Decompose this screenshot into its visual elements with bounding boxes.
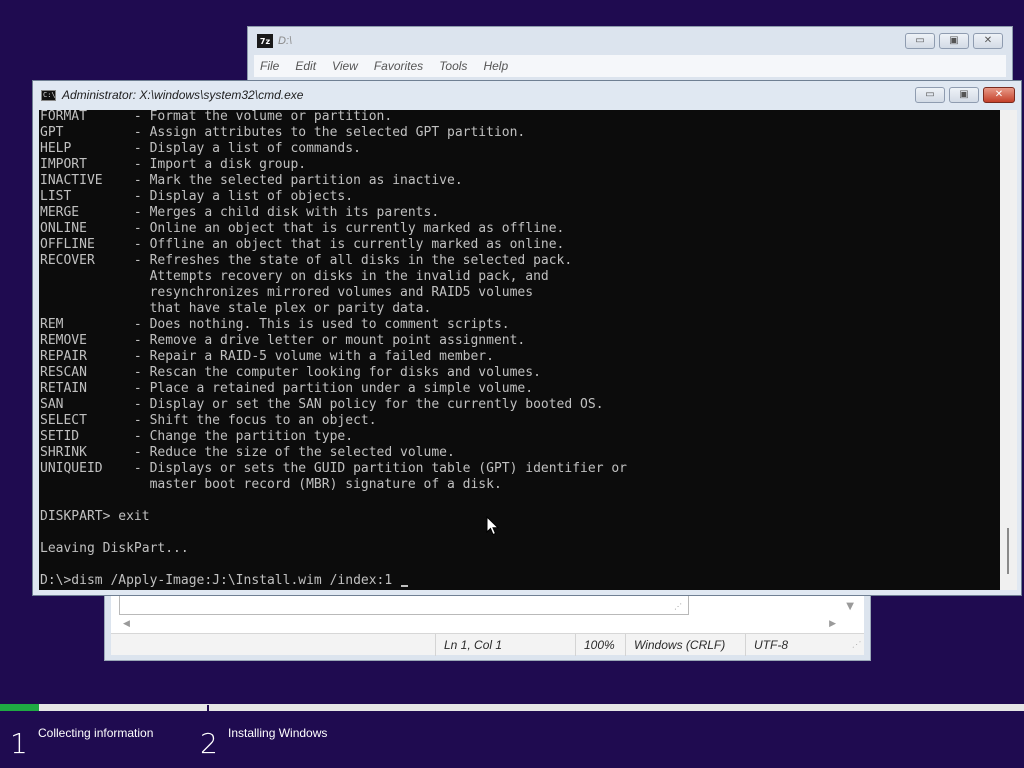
console-text: FORMAT - Format the volume or partition.… <box>40 110 627 589</box>
console-line: INACTIVE - Mark the selected partition a… <box>40 173 463 188</box>
status-position: Ln 1, Col 1 <box>435 634 575 656</box>
console-line: REM - Does nothing. This is used to comm… <box>40 317 510 332</box>
cmd-window: C:\ Administrator: X:\windows\system32\c… <box>32 80 1022 596</box>
console-line: UNIQUEID - Displays or sets the GUID par… <box>40 461 627 476</box>
horizontal-scrollbar[interactable]: ◀ ▶ <box>117 615 842 633</box>
console-line: MERGE - Merges a child disk with its par… <box>40 205 440 220</box>
command-prompt-line[interactable]: D:\>dism /Apply-Image:J:\Install.wim /in… <box>40 573 627 589</box>
console-line: SELECT - Shift the focus to an object. <box>40 413 377 428</box>
console-line: Leaving DiskPart... <box>40 541 189 556</box>
7zip-titlebar[interactable]: 7z D:\ ▭ ▣ ✕ <box>248 27 1012 55</box>
cmd-maximize-button[interactable]: ▣ <box>949 87 979 103</box>
console-line: SHRINK - Reduce the size of the selected… <box>40 445 455 460</box>
console-line: DISKPART> exit <box>40 509 150 524</box>
console-line: REPAIR - Repair a RAID-5 volume with a f… <box>40 349 494 364</box>
scroll-right-arrow-icon[interactable]: ▶ <box>829 619 836 629</box>
step-number: 2 <box>200 727 218 760</box>
mouse-pointer-icon <box>486 516 500 536</box>
console-line: RETAIN - Place a retained partition unde… <box>40 381 534 396</box>
console-line: resynchronizes mirrored volumes and RAID… <box>40 285 534 300</box>
console-line: IMPORT - Import a disk group. <box>40 157 307 172</box>
7zip-menubar: File Edit View Favorites Tools Help <box>254 55 1006 77</box>
cmd-close-button[interactable]: ✕ <box>983 87 1015 103</box>
step-label: Installing Windows <box>228 726 328 740</box>
7zip-caption-buttons: ▭ ▣ ✕ <box>905 33 1003 49</box>
cmd-app-icon: C:\ <box>41 89 56 101</box>
status-resize-grip-icon[interactable]: ⋰ <box>852 640 860 649</box>
text-cursor <box>401 585 409 587</box>
console-line: RECOVER - Refreshes the state of all dis… <box>40 253 573 268</box>
console-line: ONLINE - Online an object that is curren… <box>40 221 565 236</box>
console-output[interactable]: FORMAT - Format the volume or partition.… <box>39 110 1000 590</box>
cmd-titlebar[interactable]: C:\ Administrator: X:\windows\system32\c… <box>33 81 1021 109</box>
console-line: Attempts recovery on disks in the invali… <box>40 269 549 284</box>
console-line: GPT - Assign attributes to the selected … <box>40 125 526 140</box>
setup-progress-fill <box>0 704 39 711</box>
setup-progress-area: 1 Collecting information 2 Installing Wi… <box>0 700 1024 768</box>
console-scroll-thumb[interactable] <box>1007 528 1009 574</box>
console-vertical-scrollbar[interactable] <box>1000 110 1017 590</box>
close-icon: ✕ <box>983 35 993 46</box>
notepad-window: ⋰ ▼ ◀ ▶ Ln 1, Col 1 100% Windows (CRLF) … <box>104 590 871 661</box>
menu-file[interactable]: File <box>260 59 279 73</box>
status-zoom: 100% <box>575 634 625 656</box>
menu-view[interactable]: View <box>332 59 358 73</box>
console-line: HELP - Display a list of commands. <box>40 141 361 156</box>
menu-favorites[interactable]: Favorites <box>374 59 423 73</box>
maximize-icon: ▣ <box>949 35 959 46</box>
console-line: SETID - Change the partition type. <box>40 429 354 444</box>
7zip-app-icon: 7z <box>257 34 273 48</box>
console-line: SAN - Display or set the SAN policy for … <box>40 397 604 412</box>
scroll-left-arrow-icon[interactable]: ◀ <box>123 619 130 629</box>
close-icon: ✕ <box>994 89 1004 100</box>
step-number: 1 <box>10 727 28 760</box>
menu-help[interactable]: Help <box>483 59 508 73</box>
step-label: Collecting information <box>38 726 154 740</box>
console-line: OFFLINE - Offline an object that is curr… <box>40 237 565 252</box>
cmd-caption-buttons: ▭ ▣ ✕ <box>915 87 1015 103</box>
7zip-close-button[interactable]: ✕ <box>973 33 1003 49</box>
7zip-minimize-button[interactable]: ▭ <box>905 33 935 49</box>
cmd-window-title: Administrator: X:\windows\system32\cmd.e… <box>62 88 304 102</box>
progress-step-divider <box>207 705 209 718</box>
setup-progress-bar <box>0 704 1024 718</box>
status-encoding: UTF-8 <box>745 634 855 656</box>
menu-tools[interactable]: Tools <box>439 59 467 73</box>
maximize-icon: ▣ <box>959 89 969 100</box>
console-line: LIST - Display a list of objects. <box>40 189 354 204</box>
menu-edit[interactable]: Edit <box>295 59 316 73</box>
minimize-icon: ▭ <box>925 89 935 100</box>
console-line: master boot record (MBR) signature of a … <box>40 477 502 492</box>
7zip-maximize-button[interactable]: ▣ <box>939 33 969 49</box>
console-line: FORMAT - Format the volume or partition. <box>40 110 393 124</box>
console-line: RESCAN - Rescan the computer looking for… <box>40 365 541 380</box>
console-line: REMOVE - Remove a drive letter or mount … <box>40 333 526 348</box>
7zip-window-title: D:\ <box>278 35 293 47</box>
status-line-ending: Windows (CRLF) <box>625 634 745 656</box>
scroll-down-arrow-icon[interactable]: ▼ <box>846 601 854 612</box>
notepad-statusbar: Ln 1, Col 1 100% Windows (CRLF) UTF-8 ⋰ <box>111 633 864 656</box>
minimize-icon: ▭ <box>915 35 925 46</box>
console-line: that have stale plex or parity data. <box>40 301 432 316</box>
command-text: D:\>dism /Apply-Image:J:\Install.wim /in… <box>40 573 401 588</box>
notepad-editor-area[interactable]: ⋰ ▼ ◀ ▶ <box>111 591 864 639</box>
cmd-minimize-button[interactable]: ▭ <box>915 87 945 103</box>
resize-grip-icon[interactable]: ⋰ <box>674 602 682 611</box>
